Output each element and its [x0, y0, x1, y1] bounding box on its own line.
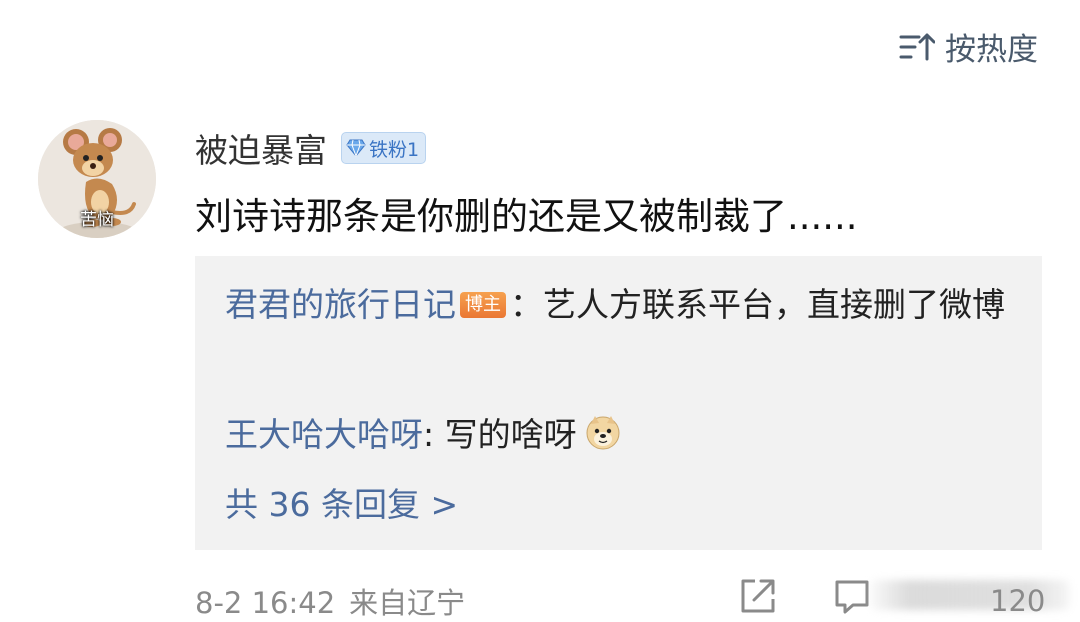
- share-icon[interactable]: [738, 576, 778, 616]
- sort-label: 按热度: [945, 32, 1038, 68]
- replies-box[interactable]: 君君的旅行日记 博主 ：艺人方联系平台，直接删了微博 王大哈大哈呀: 写的啥呀 共 …: [195, 256, 1042, 550]
- comment-icon[interactable]: [833, 577, 871, 615]
- comment-meta: 8-2 16:42 来自辽宁: [195, 580, 465, 622]
- comment-actions: [738, 576, 879, 616]
- reply-username[interactable]: 君君的旅行日记: [225, 285, 456, 324]
- like-count: 120: [990, 584, 1046, 618]
- sort-hot-icon: [899, 33, 935, 60]
- avatar[interactable]: 苦恼: [38, 120, 156, 238]
- fan-badge-label: 铁粉1: [369, 138, 420, 161]
- reply-item[interactable]: 君君的旅行日记 博主 ：艺人方联系平台，直接删了微博: [225, 278, 1012, 332]
- reply-item[interactable]: 王大哈大哈呀: 写的啥呀: [225, 408, 1012, 462]
- view-all-replies-link[interactable]: 共 36 条回复 >: [225, 478, 458, 526]
- fan-badge[interactable]: 铁粉1: [341, 132, 427, 164]
- avatar-label: 苦恼: [80, 210, 114, 230]
- reply-text: : 写的啥呀: [423, 415, 577, 454]
- comment-text: 刘诗诗那条是你删的还是又被制裁了......: [195, 195, 858, 238]
- comment-location: 来自辽宁: [349, 586, 466, 620]
- comment-header: 被迫暴富 铁粉1: [195, 124, 427, 172]
- reply-text: ：艺人方联系平台，直接删了微博: [510, 285, 1005, 324]
- diamond-icon: [346, 139, 366, 157]
- username[interactable]: 被迫暴富: [195, 124, 327, 172]
- host-badge: 博主: [460, 292, 506, 318]
- comment-date: 8-2 16:42: [195, 586, 336, 620]
- sort-toggle-button[interactable]: 按热度: [899, 24, 1038, 69]
- doge-emoji-icon: [586, 416, 620, 450]
- reply-username[interactable]: 王大哈大哈呀: [225, 415, 423, 454]
